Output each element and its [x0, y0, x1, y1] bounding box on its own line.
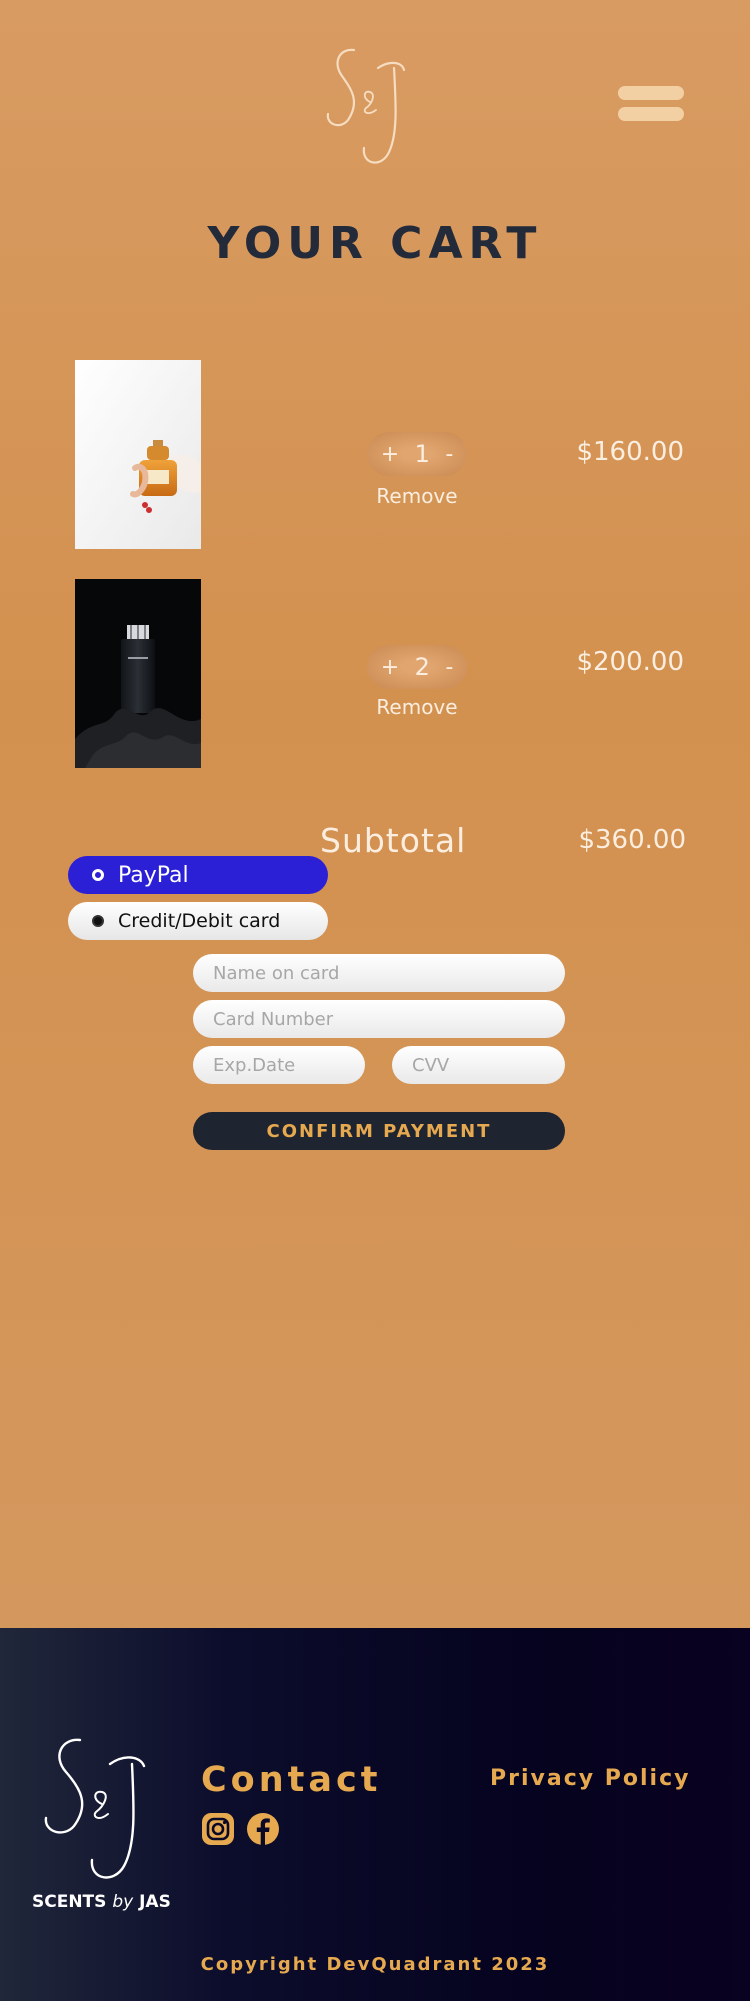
credit-card-option[interactable]: Credit/Debit card	[68, 902, 328, 940]
remove-item-button[interactable]: Remove	[357, 695, 477, 719]
subtotal-value: $360.00	[578, 825, 686, 855]
quantity-stepper[interactable]: + 2 -	[367, 645, 467, 689]
quantity-value: 1	[414, 440, 430, 468]
cart-item: + 1 - Remove $160.00	[0, 360, 750, 550]
credit-card-label: Credit/Debit card	[118, 910, 281, 932]
item-price: $200.00	[576, 647, 684, 677]
paypal-option[interactable]: PayPal	[68, 856, 328, 894]
product-image-perfume-2[interactable]	[75, 579, 201, 768]
sj-monogram-logo-icon[interactable]	[40, 1734, 158, 1884]
product-image-perfume-1[interactable]	[75, 360, 201, 549]
item-price: $160.00	[576, 437, 684, 467]
remove-item-button[interactable]: Remove	[357, 484, 477, 508]
cart-item: + 2 - Remove $200.00	[0, 579, 750, 769]
brand-name: SCENTS by JAS	[32, 1892, 171, 1912]
radio-icon[interactable]	[92, 915, 104, 927]
subtotal-label: Subtotal	[320, 821, 467, 860]
exp-date-input[interactable]	[193, 1046, 365, 1084]
hamburger-menu-icon[interactable]	[618, 86, 684, 126]
quantity-increase-button[interactable]: +	[381, 442, 399, 467]
cvv-input[interactable]	[392, 1046, 565, 1084]
menu-bar-bottom	[618, 107, 684, 121]
confirm-payment-button[interactable]: CONFIRM PAYMENT	[193, 1112, 565, 1150]
privacy-policy-link[interactable]: Privacy Policy	[490, 1766, 690, 1791]
quantity-increase-button[interactable]: +	[381, 655, 399, 680]
quantity-stepper[interactable]: + 1 -	[367, 432, 467, 476]
facebook-icon[interactable]	[246, 1812, 280, 1846]
quantity-decrease-button[interactable]: -	[445, 655, 453, 680]
card-number-input[interactable]	[193, 1000, 565, 1038]
site-footer: SCENTS by JAS Contact Privacy Policy Cop…	[0, 1628, 750, 2001]
page-title: YOUR CART	[207, 218, 543, 269]
quantity-value: 2	[414, 653, 430, 681]
cart-page: YOUR CART + 1 - Remove $160.00 + 2 - Rem…	[0, 0, 750, 1628]
sj-monogram-logo-icon[interactable]	[318, 44, 418, 166]
name-on-card-input[interactable]	[193, 954, 565, 992]
paypal-label: PayPal	[118, 862, 189, 888]
radio-icon[interactable]	[92, 869, 104, 881]
copyright-text: Copyright DevQuadrant 2023	[200, 1954, 550, 1975]
instagram-icon[interactable]	[201, 1812, 235, 1846]
contact-heading: Contact	[201, 1760, 382, 1800]
menu-bar-top	[618, 86, 684, 100]
quantity-decrease-button[interactable]: -	[445, 442, 453, 467]
